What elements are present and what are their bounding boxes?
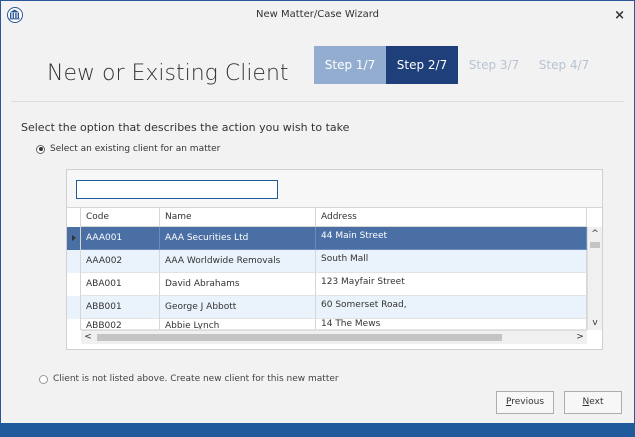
table-row[interactable]: ABB001 George J Abbott 60 Somerset Road, [67,296,587,319]
cell-code[interactable]: ABA001 [81,273,160,296]
cell-address[interactable]: 60 Somerset Road, [316,296,587,319]
table-row[interactable]: AAA002 AAA Worldwide Removals South Mall [67,250,587,273]
row-indicator [67,319,81,330]
table-row[interactable]: ABB002 Abbie Lynch 14 The Mews [67,319,587,330]
cell-name[interactable]: AAA Securities Ltd [160,227,316,250]
column-header-code[interactable]: Code [81,208,160,227]
bottom-accent-bar [0,423,635,437]
cell-address[interactable]: 44 Main Street [316,227,587,250]
scroll-down-icon[interactable]: v [588,316,602,330]
close-icon[interactable]: × [614,8,625,23]
cell-name[interactable]: Abbie Lynch [160,319,316,330]
cell-address[interactable]: 123 Mayfair Street [316,273,587,296]
existing-client-option[interactable]: Select an existing client for an matter [36,144,220,154]
step-3-indicator: Step 3/7 [468,58,520,72]
wizard-header: New or Existing Client Step 1/7 Step 2/7… [1,29,634,101]
instruction-text: Select the option that describes the act… [21,121,350,134]
horizontal-scrollbar[interactable]: < > [81,330,587,344]
existing-client-radio[interactable] [36,144,45,154]
next-button[interactable]: Next [564,391,622,414]
cell-name[interactable]: George J Abbott [160,296,316,319]
row-indicator [67,250,81,273]
scroll-right-icon[interactable]: > [573,331,587,344]
new-client-option[interactable]: Client is not listed above. Create new c… [39,374,339,384]
wizard-window: New Matter/Case Wizard × New or Existing… [0,0,635,437]
client-grid: Code Name Address AAA001 AAA Securities … [67,207,602,349]
client-search-panel: Code Name Address AAA001 AAA Securities … [66,169,603,350]
row-indicator [67,273,81,296]
next-label-rest: ext [589,397,604,407]
cell-address[interactable]: South Mall [316,250,587,273]
column-header-name[interactable]: Name [160,208,316,227]
step-4-indicator: Step 4/7 [538,58,590,72]
window-title: New Matter/Case Wizard [256,9,379,20]
cell-name[interactable]: AAA Worldwide Removals [160,250,316,273]
table-row[interactable]: ABA001 David Abrahams 123 Mayfair Street [67,273,587,296]
previous-button[interactable]: Previous [496,391,554,414]
row-indicator [67,296,81,319]
scroll-left-icon[interactable]: < [81,331,95,344]
cell-name[interactable]: David Abrahams [160,273,316,296]
cell-code[interactable]: ABB002 [81,319,160,330]
row-indicator [67,227,81,250]
client-search-input[interactable] [76,180,278,199]
new-client-label: Client is not listed above. Create new c… [53,374,339,384]
table-row[interactable]: AAA001 AAA Securities Ltd 44 Main Street [67,227,587,250]
title-bar: New Matter/Case Wizard × [1,1,634,29]
cell-address[interactable]: 14 The Mews [316,319,587,330]
vertical-scrollbar[interactable]: ^ v [587,227,602,330]
page-title: New or Existing Client [47,61,289,86]
scroll-up-icon[interactable]: ^ [588,227,602,241]
column-header-address[interactable]: Address [316,208,587,227]
step-2-indicator[interactable]: Step 2/7 [386,46,458,84]
current-row-arrow-icon [72,235,76,241]
row-indicator-header [67,208,81,227]
new-client-radio[interactable] [39,374,48,384]
cell-code[interactable]: AAA001 [81,227,160,250]
cell-code[interactable]: ABB001 [81,296,160,319]
header-divider [11,101,624,102]
existing-client-label: Select an existing client for an matter [50,144,221,154]
cell-code[interactable]: AAA002 [81,250,160,273]
grid-header-row: Code Name Address [67,208,587,227]
previous-label-rest: revious [511,397,545,407]
step-1-indicator[interactable]: Step 1/7 [314,46,386,84]
vertical-scroll-thumb[interactable] [590,242,600,248]
horizontal-scroll-thumb[interactable] [97,334,502,341]
